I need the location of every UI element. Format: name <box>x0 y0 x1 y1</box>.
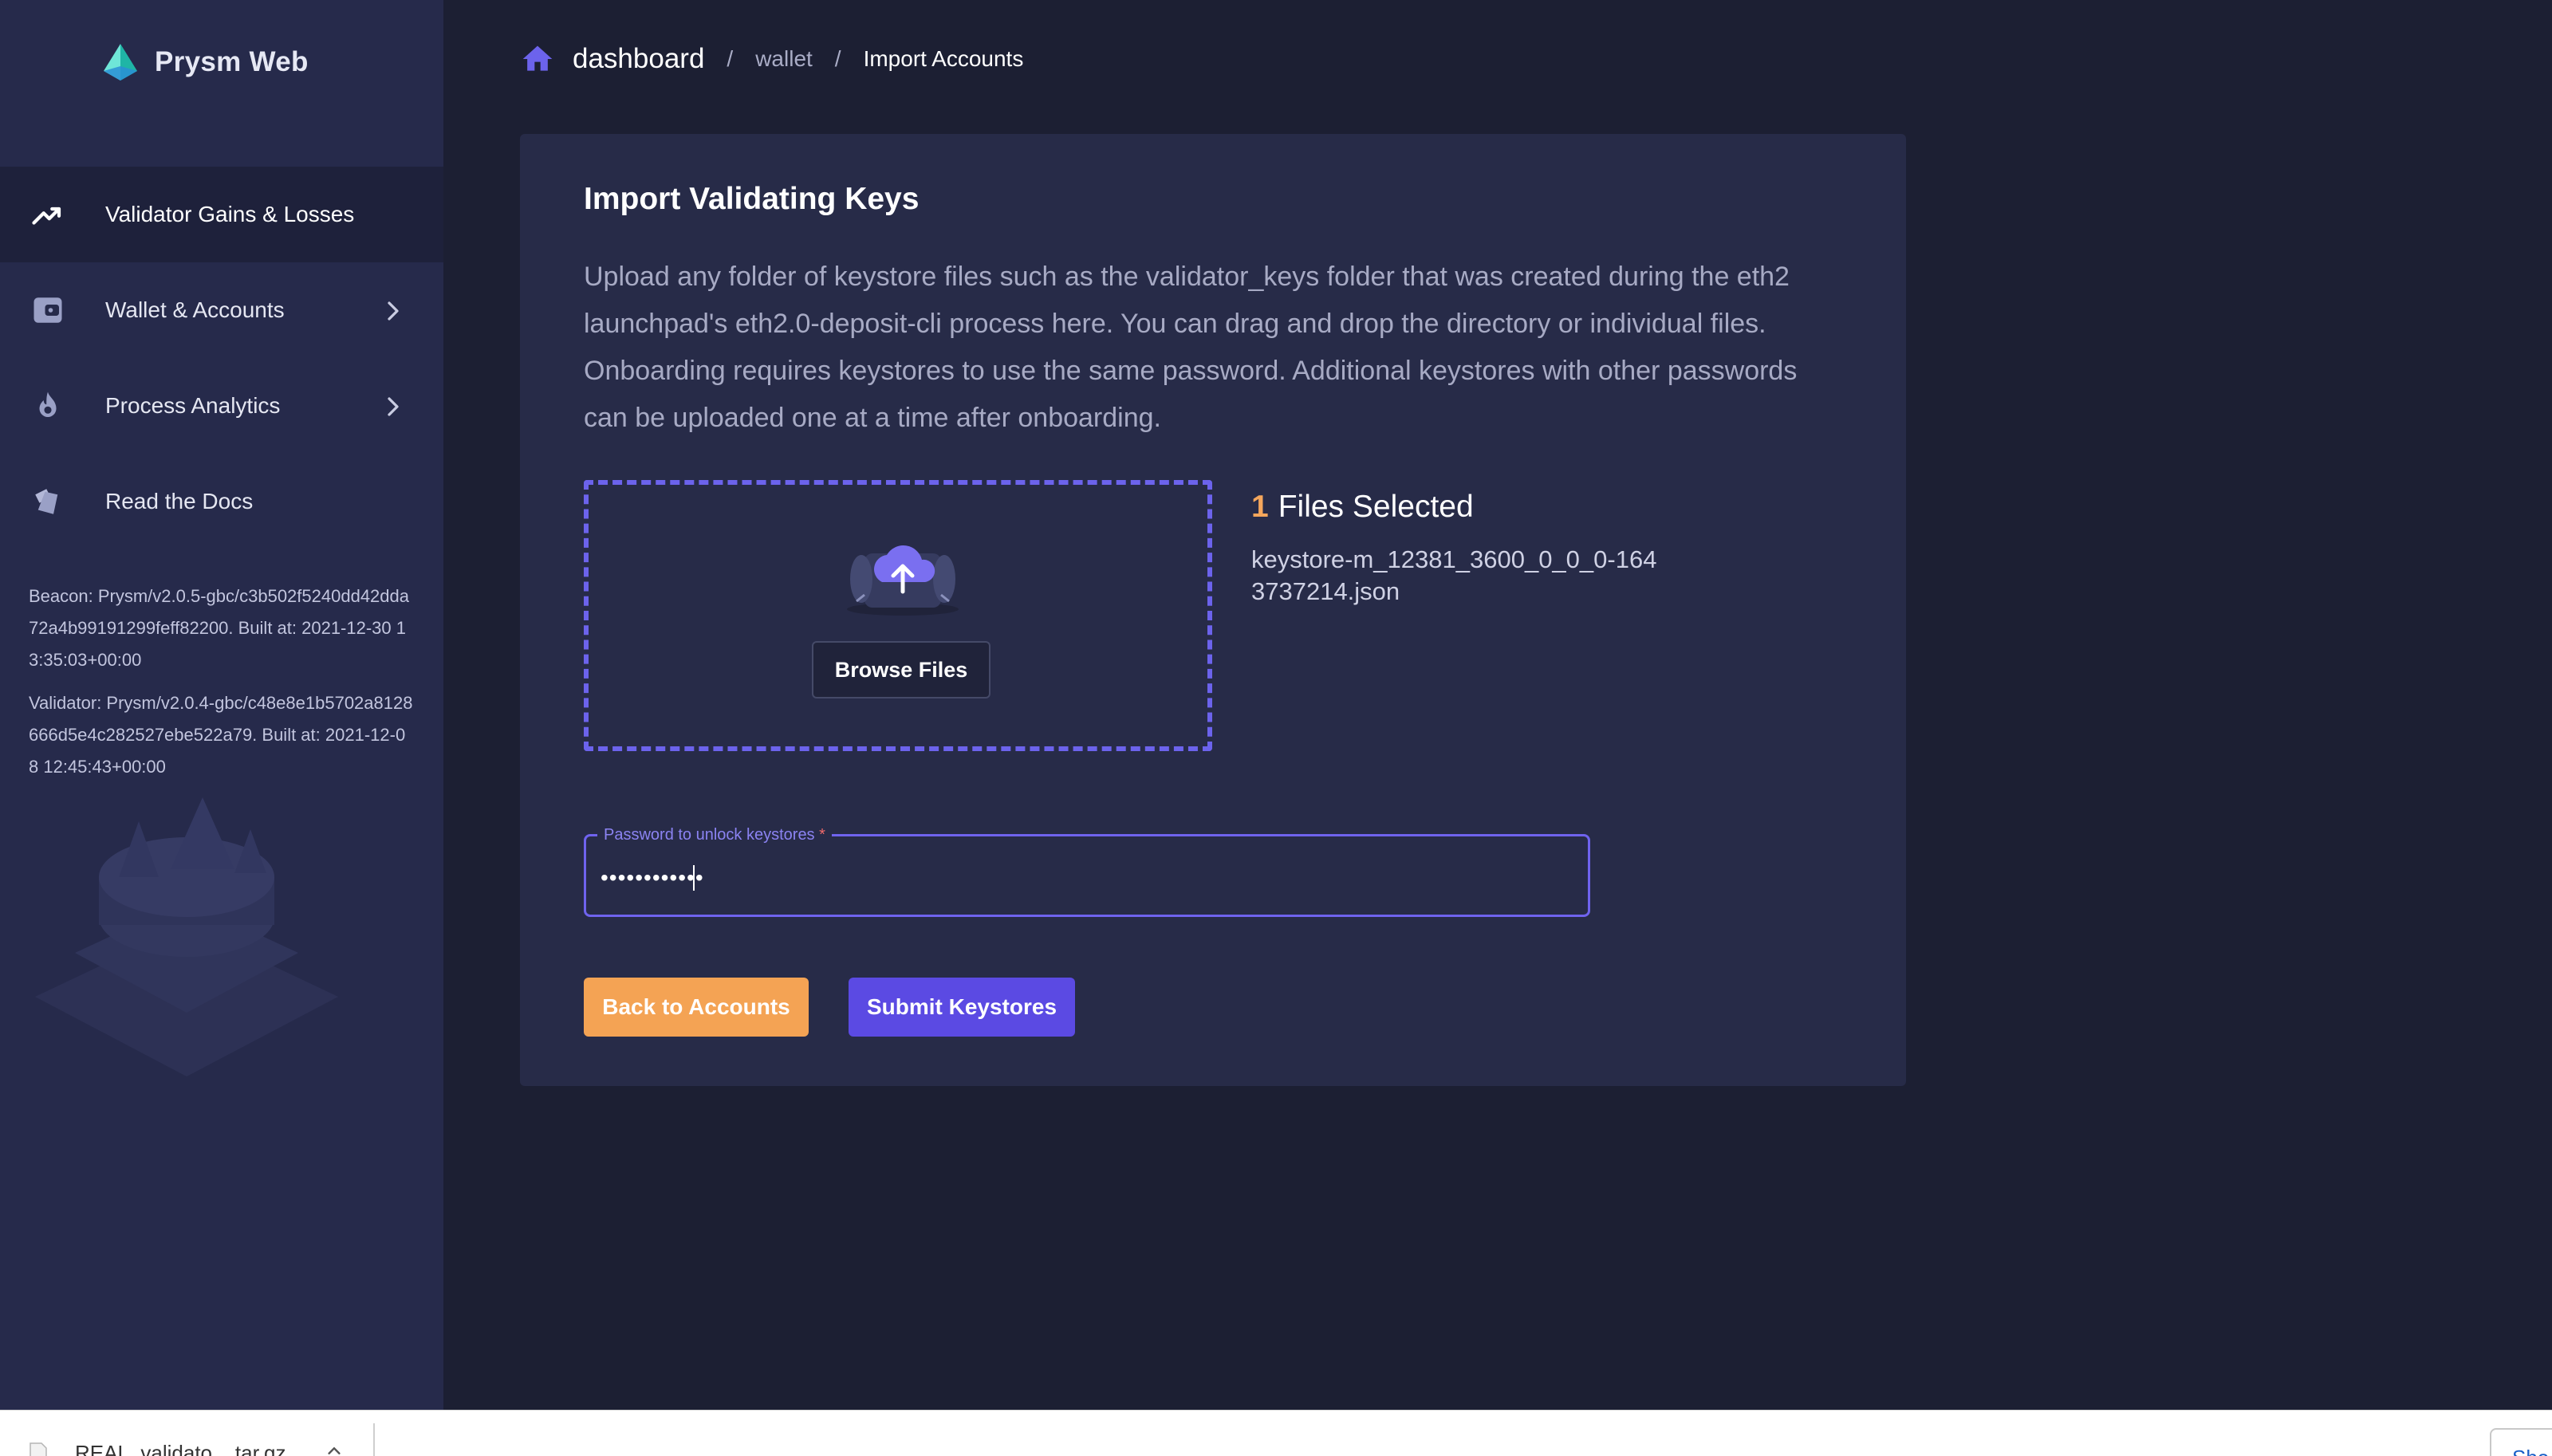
sidebar-item-read-the-docs[interactable]: Read the Docs <box>0 454 443 549</box>
beacon-version: Beacon: Prysm/v2.0.5-gbc/c3b502f5240dd42… <box>29 586 409 670</box>
password-field[interactable]: Password to unlock keystores * <box>584 825 1590 917</box>
breadcrumb-current: Import Accounts <box>863 46 1024 71</box>
sidebar-illustration <box>35 797 338 1076</box>
file-dropzone[interactable]: Browse Files <box>584 480 1212 751</box>
breadcrumb: dashboard / wallet / Import Accounts <box>520 37 1023 81</box>
chevron-right-icon <box>381 393 405 420</box>
flame-icon <box>30 390 65 422</box>
file-icon <box>30 1442 47 1456</box>
cloud-upload-icon <box>847 545 959 616</box>
sidebar-item-process-analytics[interactable]: Process Analytics <box>0 358 443 454</box>
docs-icon <box>30 486 65 517</box>
sidebar-item-wallet-accounts[interactable]: Wallet & Accounts <box>0 262 443 358</box>
brand[interactable]: Prysm Web <box>102 41 309 83</box>
show-all-downloads-button[interactable]: Sho <box>2490 1428 2552 1456</box>
breadcrumb-dashboard-link[interactable]: dashboard <box>573 43 704 75</box>
download-bar: REAL_validato....tar.gz Sho <box>0 1410 2552 1456</box>
files-selected-count: 1 <box>1251 490 1269 524</box>
sidebar-item-validator-gains-losses[interactable]: Validator Gains & Losses <box>0 167 443 262</box>
home-icon[interactable] <box>520 41 555 77</box>
required-mark: * <box>819 826 825 844</box>
selected-file-name: keystore-m_12381_3600_0_0_0-1643737214.j… <box>1251 545 1657 605</box>
sidebar-item-label: Process Analytics <box>105 393 281 418</box>
password-field-label: Password to unlock keystores * <box>597 825 832 844</box>
card-title: Import Validating Keys <box>584 182 920 216</box>
breadcrumb-separator: / <box>727 46 734 71</box>
trending-up-icon <box>30 199 65 230</box>
files-selected-heading: 1 Files Selected <box>1251 490 1474 525</box>
download-divider <box>373 1423 375 1456</box>
validator-version: Validator: Prysm/v2.0.4-gbc/c48e8e1b5702… <box>29 693 413 777</box>
sidebar-nav: Validator Gains & Losses Wallet & Accoun… <box>0 167 443 549</box>
sidebar-item-label: Read the Docs <box>105 489 254 514</box>
card-description: Upload any folder of keystore files such… <box>584 262 1798 433</box>
submit-keystores-button[interactable]: Submit Keystores <box>849 978 1075 1037</box>
chevron-right-icon <box>381 297 405 325</box>
prism-logo-icon <box>104 44 137 81</box>
sidebar: Prysm Web Validator Gains & Losses Walle… <box>0 0 443 1410</box>
password-label-text: Password to unlock keystores <box>604 826 815 844</box>
browse-files-button[interactable]: Browse Files <box>812 641 990 698</box>
import-keys-card: Import Validating Keys Upload any folder… <box>520 134 1906 1086</box>
sidebar-item-label: Validator Gains & Losses <box>105 202 355 226</box>
brand-name: Prysm Web <box>155 46 309 77</box>
download-file-name[interactable]: REAL_validato....tar.gz <box>75 1441 286 1456</box>
app-root: Prysm Web Validator Gains & Losses Walle… <box>0 0 2552 1456</box>
files-selected-label: Files Selected <box>1278 490 1474 524</box>
password-input[interactable] <box>601 860 1558 895</box>
chevron-up-icon[interactable] <box>325 1442 343 1456</box>
wallet-icon <box>30 294 65 326</box>
breadcrumb-separator: / <box>834 46 841 71</box>
sidebar-item-label: Wallet & Accounts <box>105 297 285 322</box>
breadcrumb-wallet-link[interactable]: wallet <box>755 46 813 72</box>
version-info: Beacon: Prysm/v2.0.5-gbc/c3b502f5240dd42… <box>29 580 415 783</box>
back-to-accounts-button[interactable]: Back to Accounts <box>584 978 809 1037</box>
text-caret <box>693 865 695 891</box>
